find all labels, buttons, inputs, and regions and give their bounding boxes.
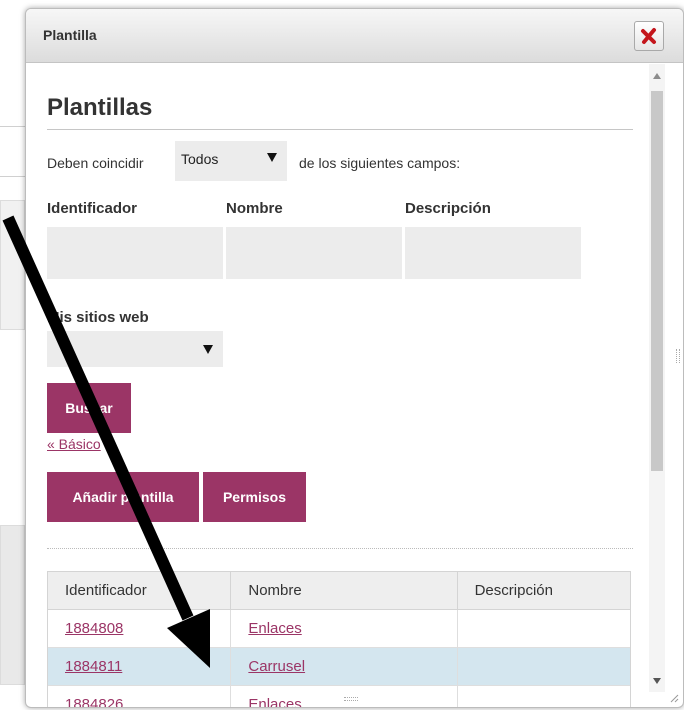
dropdown-caret-icon bbox=[267, 153, 277, 162]
column-header-descripcion[interactable]: Descripción bbox=[458, 572, 630, 610]
row-desc-cell bbox=[458, 648, 630, 686]
match-mode-select[interactable]: Todos bbox=[175, 141, 287, 181]
sites-select[interactable] bbox=[47, 331, 223, 367]
row-name-link[interactable]: Enlaces bbox=[248, 620, 301, 637]
resize-corner-icon[interactable] bbox=[669, 693, 679, 703]
background-divider bbox=[0, 176, 25, 177]
row-id-link[interactable]: 1884808 bbox=[65, 620, 123, 637]
descripcion-input[interactable] bbox=[405, 227, 581, 279]
background-panel bbox=[0, 200, 25, 330]
resize-grip-side[interactable] bbox=[676, 349, 680, 363]
nombre-label: Nombre bbox=[226, 200, 283, 217]
template-dialog: Plantilla Plantillas Deben coincidir Tod… bbox=[25, 8, 684, 708]
resize-grip-bottom[interactable] bbox=[344, 697, 358, 701]
descripcion-label: Descripción bbox=[405, 200, 491, 217]
column-header-identificador[interactable]: Identificador bbox=[48, 572, 232, 610]
match-mode-value: Todos bbox=[181, 151, 219, 167]
match-prefix-label: Deben coincidir bbox=[47, 155, 144, 171]
column-header-nombre[interactable]: Nombre bbox=[231, 572, 458, 610]
table-row[interactable]: 1884808 Enlaces bbox=[48, 610, 630, 648]
table-row[interactable]: 1884811 Carrusel bbox=[48, 648, 630, 686]
row-name-link[interactable]: Carrusel bbox=[248, 658, 305, 675]
scrollbar-thumb[interactable] bbox=[651, 91, 663, 471]
add-template-button[interactable]: Añadir plantilla bbox=[47, 472, 199, 522]
table-row[interactable]: 1884826 Enlaces bbox=[48, 686, 630, 707]
close-x-icon bbox=[641, 28, 656, 44]
row-id-link[interactable]: 1884811 bbox=[65, 658, 122, 675]
dialog-title: Plantilla bbox=[43, 27, 97, 43]
row-id-cell: 1884826 bbox=[48, 686, 232, 707]
close-button[interactable] bbox=[634, 21, 664, 51]
row-name-cell: Enlaces bbox=[231, 610, 458, 648]
background-divider bbox=[0, 126, 25, 127]
identificador-label: Identificador bbox=[47, 200, 138, 217]
row-desc-cell bbox=[458, 610, 630, 648]
dialog-content: Plantillas Deben coincidir Todos de los … bbox=[26, 64, 662, 707]
row-name-cell: Carrusel bbox=[231, 648, 458, 686]
section-divider bbox=[47, 548, 633, 549]
row-name-link[interactable]: Enlaces bbox=[248, 696, 301, 707]
nombre-input[interactable] bbox=[226, 227, 402, 279]
table-header-row: Identificador Nombre Descripción bbox=[48, 572, 630, 610]
scroll-down-icon[interactable] bbox=[653, 678, 661, 684]
dialog-titlebar[interactable]: Plantilla bbox=[26, 9, 683, 63]
dropdown-caret-icon bbox=[203, 345, 213, 354]
row-id-link[interactable]: 1884826 bbox=[65, 696, 123, 707]
row-desc-cell bbox=[458, 686, 630, 707]
dialog-scrollbar[interactable] bbox=[649, 64, 665, 692]
identificador-input[interactable] bbox=[47, 227, 223, 279]
scroll-up-icon[interactable] bbox=[653, 73, 661, 79]
row-id-cell: 1884811 bbox=[48, 648, 232, 686]
search-button[interactable]: Buscar bbox=[47, 383, 131, 433]
permissions-button[interactable]: Permisos bbox=[203, 472, 306, 522]
templates-table: Identificador Nombre Descripción 1884808… bbox=[47, 571, 631, 707]
row-id-cell: 1884808 bbox=[48, 610, 232, 648]
match-suffix-label: de los siguientes campos: bbox=[299, 155, 461, 171]
sites-label: Mis sitios web bbox=[47, 309, 149, 326]
basic-search-link[interactable]: « Básico bbox=[47, 436, 101, 452]
heading-divider bbox=[47, 129, 633, 130]
background-panel bbox=[0, 525, 25, 685]
match-row: Deben coincidir Todos de los siguientes … bbox=[47, 141, 637, 181]
page-title: Plantillas bbox=[47, 94, 153, 121]
